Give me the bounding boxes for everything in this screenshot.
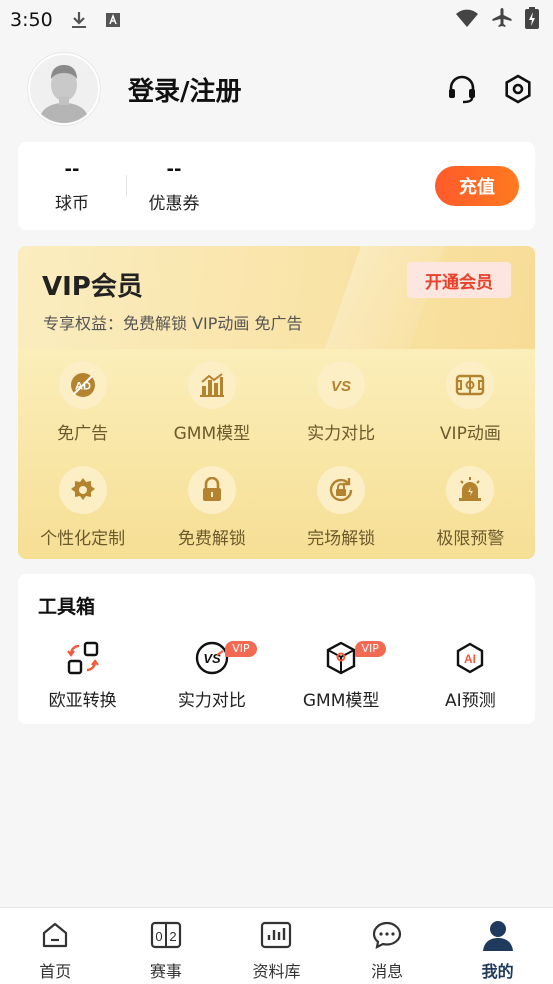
- vip-benefit-label: VIP动画: [439, 424, 501, 444]
- vip-benefit-label: 免费解锁: [177, 529, 246, 549]
- nav-label: 赛事: [149, 962, 182, 981]
- status-bar: 3:50: [0, 0, 553, 40]
- score-icon: 02: [149, 918, 183, 952]
- toolbox-card: 工具箱 欧亚转换 VS VIP 实力对比 VIP GMM模型 AI AI预测: [18, 574, 535, 724]
- gear-flower-icon: [58, 466, 107, 514]
- vip-benefit-free-unlock[interactable]: 免费解锁: [147, 454, 276, 559]
- wifi-icon: [455, 8, 479, 32]
- coins-label: 球币: [55, 193, 89, 214]
- status-time: 3:50: [10, 9, 53, 31]
- vip-benefit-label: 实力对比: [307, 424, 376, 444]
- airplane-icon: [491, 7, 513, 33]
- coupons-value: --: [166, 158, 182, 180]
- vip-benefit-strength[interactable]: VS 实力对比: [277, 349, 406, 454]
- a-badge-icon: [103, 10, 123, 30]
- nav-home[interactable]: 首页: [0, 908, 111, 984]
- home-icon: [38, 918, 72, 952]
- svg-text:VS: VS: [331, 378, 351, 395]
- bar-chart-icon: [187, 361, 236, 409]
- nav-database[interactable]: 资料库: [221, 908, 332, 984]
- tool-label: 欧亚转换: [48, 691, 117, 711]
- coins-value: --: [64, 158, 80, 180]
- user-icon: [481, 918, 515, 952]
- vip-card: VIP会员 专享权益：免费解锁 VIP动画 免广告 开通会员 AD 免广告 GM…: [18, 246, 535, 559]
- nav-label: 资料库: [252, 962, 301, 981]
- vip-benefit-full-unlock[interactable]: 完场解锁: [277, 454, 406, 559]
- vip-badge: VIP: [225, 641, 257, 657]
- vip-subtitle: 专享权益：免费解锁 VIP动画 免广告: [43, 314, 303, 333]
- bottom-nav: 首页 02 赛事 资料库 消息 我的: [0, 907, 553, 984]
- wallet-card: -- 球币 -- 优惠券 充值: [18, 142, 535, 230]
- nav-matches[interactable]: 02 赛事: [111, 908, 222, 984]
- pitch-icon: [446, 361, 495, 409]
- lock-icon: [187, 466, 236, 514]
- versus-icon: VS: [317, 361, 366, 409]
- tool-label: GMM模型: [302, 691, 380, 711]
- settings-icon[interactable]: [501, 72, 535, 106]
- vip-card-header: VIP会员 专享权益：免费解锁 VIP动画 免广告 开通会员: [18, 246, 535, 349]
- vip-benefit-customize[interactable]: 个性化定制: [18, 454, 147, 559]
- vip-benefit-ad-free[interactable]: AD 免广告: [18, 349, 147, 454]
- coins-stat[interactable]: -- 球币: [18, 159, 126, 214]
- convert-icon: [63, 638, 103, 678]
- nav-messages[interactable]: 消息: [332, 908, 443, 984]
- download-icon: [69, 10, 89, 30]
- tool-strength-compare[interactable]: VS VIP 实力对比: [147, 638, 276, 711]
- svg-text:2: 2: [169, 929, 176, 944]
- tool-label: 实力对比: [177, 691, 246, 711]
- login-register-link[interactable]: 登录/注册: [128, 71, 242, 108]
- chat-icon: [370, 918, 404, 952]
- ai-icon: AI: [450, 638, 490, 678]
- tool-gmm-model[interactable]: VIP GMM模型: [277, 638, 406, 711]
- coupons-stat[interactable]: -- 优惠券: [127, 159, 221, 214]
- tool-label: AI预测: [445, 691, 496, 711]
- nav-label: 首页: [39, 962, 72, 981]
- nav-label: 消息: [371, 962, 404, 981]
- vip-benefit-animation[interactable]: VIP动画: [406, 349, 535, 454]
- avatar[interactable]: [28, 53, 100, 125]
- ad-free-icon: AD: [58, 361, 107, 409]
- vip-title: VIP会员: [42, 272, 143, 302]
- headset-icon[interactable]: [445, 72, 479, 106]
- vip-benefit-gmm[interactable]: GMM模型: [147, 349, 276, 454]
- stats-icon: [259, 918, 293, 952]
- profile-header: 登录/注册: [28, 52, 535, 126]
- vip-benefit-alert[interactable]: 极限预警: [406, 454, 535, 559]
- rotate-lock-icon: [317, 466, 366, 514]
- vip-benefits-grid: AD 免广告 GMM模型 VS 实力对比 VIP动画 个性化定制 免费解锁 完场…: [18, 349, 535, 559]
- alarm-icon: [446, 466, 495, 514]
- svg-text:AI: AI: [464, 652, 476, 666]
- tool-odds-convert[interactable]: 欧亚转换: [18, 638, 147, 711]
- vip-benefit-label: 免广告: [57, 424, 109, 444]
- nav-label: 我的: [481, 962, 514, 981]
- svg-text:0: 0: [155, 929, 162, 944]
- tool-ai-predict[interactable]: AI AI预测: [406, 638, 535, 711]
- toolbox-title: 工具箱: [38, 596, 96, 618]
- open-vip-button[interactable]: 开通会员: [407, 262, 511, 298]
- vip-benefit-label: 极限预警: [436, 529, 505, 549]
- nav-mine[interactable]: 我的: [442, 908, 553, 984]
- coupons-label: 优惠券: [148, 193, 200, 214]
- vip-badge: VIP: [354, 641, 386, 657]
- battery-charging-icon: [525, 7, 539, 33]
- vip-benefit-label: 个性化定制: [40, 529, 126, 549]
- recharge-button[interactable]: 充值: [435, 166, 519, 206]
- vip-benefit-label: 完场解锁: [307, 529, 376, 549]
- vip-benefit-label: GMM模型: [173, 424, 251, 444]
